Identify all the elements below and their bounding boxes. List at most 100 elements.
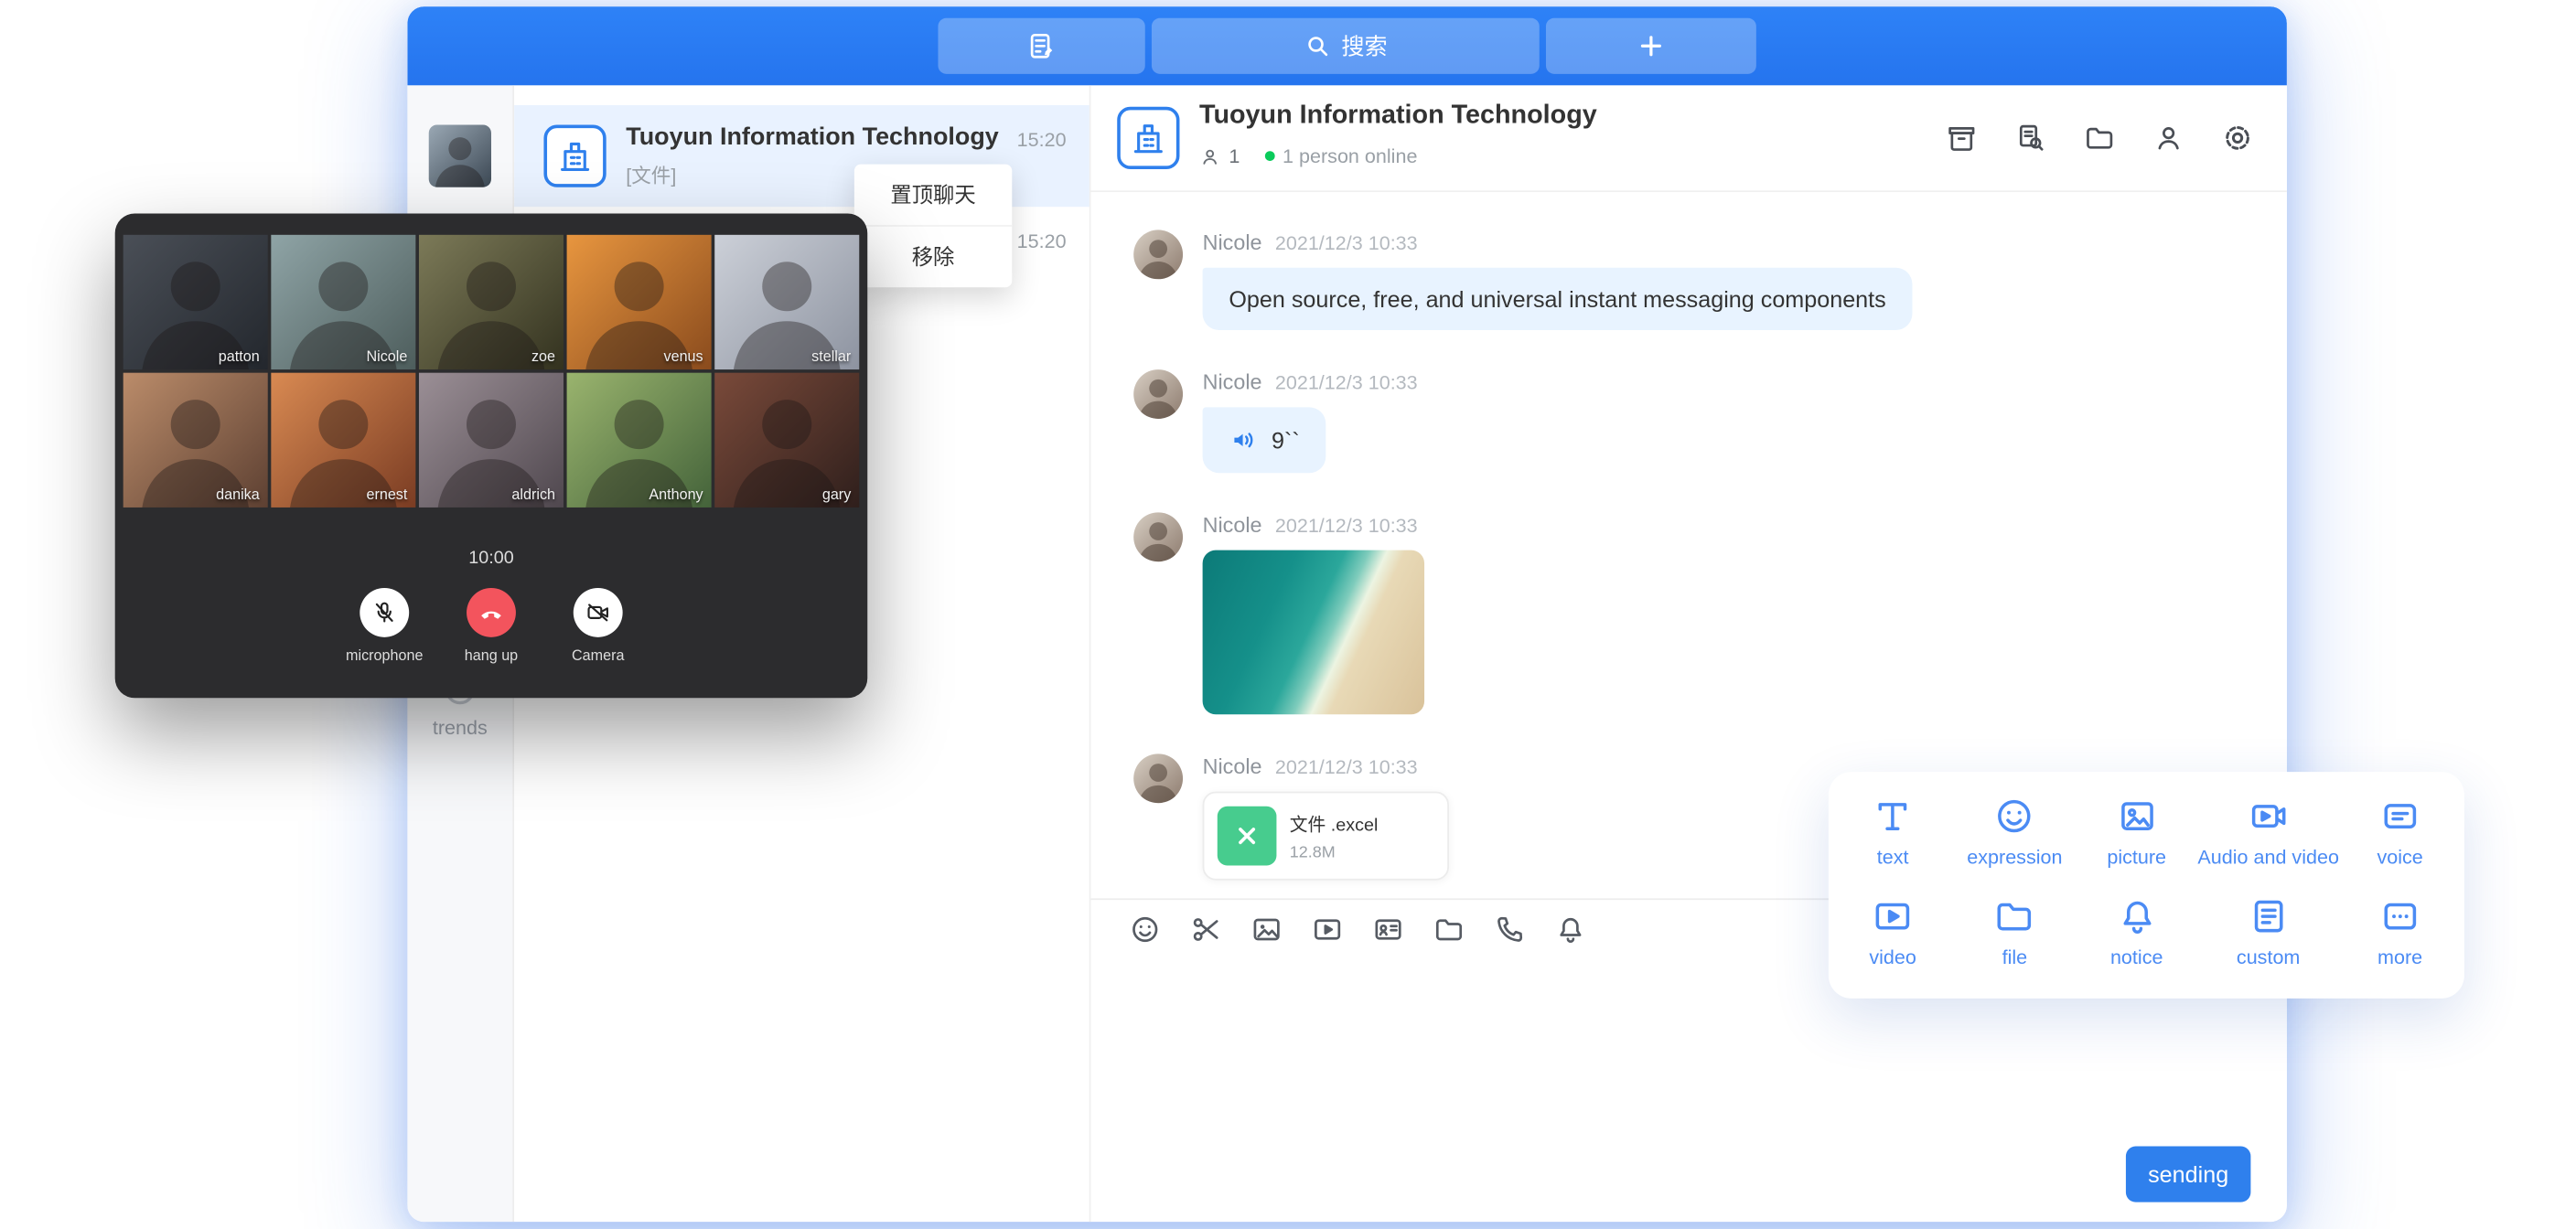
feature-voice[interactable]: voice xyxy=(2339,785,2461,885)
excel-file-icon xyxy=(1218,807,1277,866)
feature-more[interactable]: more xyxy=(2339,885,2461,986)
conversation-title: Tuoyun Information Technology xyxy=(626,123,1010,152)
send-button[interactable]: sending xyxy=(2126,1147,2250,1202)
file-name: 文件 .excel xyxy=(1290,810,1379,837)
notice-button[interactable] xyxy=(1554,914,1587,946)
add-button[interactable] xyxy=(1546,18,1756,74)
feature-label: more xyxy=(2339,946,2461,968)
file-info: 文件 .excel 12.8M xyxy=(1290,810,1379,861)
participant-tile: aldrich xyxy=(419,373,564,508)
conversation-time: 15:20 xyxy=(1017,128,1067,151)
id-card-icon xyxy=(1372,914,1405,946)
stage: 搜索 trends xyxy=(0,0,2576,1228)
phone-icon xyxy=(1493,914,1526,946)
video-call-panel: patton Nicole zoe venus stellar danika e… xyxy=(115,213,868,698)
screenshot-button[interactable] xyxy=(1189,914,1222,946)
folder-icon xyxy=(1993,895,2036,938)
file-button[interactable] xyxy=(1433,914,1465,946)
message-time: 2021/12/3 10:33 xyxy=(1275,514,1418,537)
files-button[interactable] xyxy=(2083,122,2116,155)
members-button[interactable] xyxy=(2152,122,2185,155)
top-bar: 搜索 xyxy=(407,6,2287,85)
smiley-icon xyxy=(1993,795,2036,838)
custom-document-icon xyxy=(2247,895,2290,938)
file-attachment[interactable]: 文件 .excel 12.8M xyxy=(1203,792,1449,881)
camera-toggle[interactable]: Camera xyxy=(549,588,648,664)
menu-item-pin-chat[interactable]: 置顶聊天 xyxy=(854,165,1012,227)
hang-up-control[interactable]: hang up xyxy=(442,588,541,664)
file-size: 12.8M xyxy=(1290,843,1379,861)
sender-name: Nicole xyxy=(1203,512,1262,537)
settings-button[interactable] xyxy=(2221,122,2254,155)
chat-record-search-button[interactable] xyxy=(2014,122,2047,155)
message-time: 2021/12/3 10:33 xyxy=(1275,755,1418,778)
participant-name: venus xyxy=(663,348,703,365)
video-button[interactable] xyxy=(1311,914,1344,946)
participant-name: stellar xyxy=(811,348,851,365)
voice-icon xyxy=(2378,795,2421,838)
feature-label: video xyxy=(1831,946,1953,968)
feature-custom[interactable]: custom xyxy=(2197,885,2339,986)
participant-tile: stellar xyxy=(714,235,859,369)
image-attachment[interactable] xyxy=(1203,550,1424,715)
feature-notice[interactable]: notice xyxy=(2076,885,2197,986)
clipboard-pen-icon xyxy=(1025,29,1058,62)
sender-avatar[interactable] xyxy=(1133,369,1183,419)
message-header: Nicole 2021/12/3 10:33 xyxy=(1203,512,2287,537)
mic-off-icon xyxy=(371,600,398,626)
video-icon xyxy=(1872,895,1915,938)
my-avatar[interactable] xyxy=(429,124,491,187)
hang-up-button[interactable] xyxy=(467,588,516,637)
member-count: 1 xyxy=(1229,144,1240,167)
x-glyph-icon xyxy=(1234,823,1261,850)
sender-avatar[interactable] xyxy=(1133,753,1183,803)
folder-icon xyxy=(1433,914,1465,946)
search-bar: 搜索 xyxy=(938,18,1755,74)
notes-button[interactable] xyxy=(938,18,1144,74)
chat-header: Tuoyun Information Technology 1 1 person… xyxy=(1090,85,2286,192)
feature-file[interactable]: file xyxy=(1954,885,2076,986)
feature-label: custom xyxy=(2197,946,2339,968)
call-timer: 10:00 xyxy=(115,549,868,569)
feature-expression[interactable]: expression xyxy=(1954,785,2076,885)
feature-picture[interactable]: picture xyxy=(2076,785,2197,885)
group-avatar xyxy=(543,124,606,187)
participant-name: patton xyxy=(219,348,260,365)
message-header: Nicole2021/12/3 10:33 xyxy=(1203,230,2287,254)
audio-video-icon xyxy=(2247,795,2290,838)
image-button[interactable] xyxy=(1250,914,1283,946)
call-button[interactable] xyxy=(1493,914,1526,946)
microphone-toggle[interactable]: microphone xyxy=(335,588,434,664)
microphone-button[interactable] xyxy=(360,588,409,637)
chat-title: Tuoyun Information Technology xyxy=(1199,102,1597,131)
chat-group-avatar xyxy=(1117,107,1179,169)
sender-avatar[interactable] xyxy=(1133,230,1183,279)
hang-up-icon xyxy=(477,598,506,627)
camera-button[interactable] xyxy=(574,588,623,637)
contact-card-button[interactable] xyxy=(1372,914,1405,946)
menu-item-remove[interactable]: 移除 xyxy=(854,227,1012,287)
document-search-icon xyxy=(2014,122,2047,155)
picture-icon xyxy=(2115,795,2158,838)
feature-video[interactable]: video xyxy=(1831,885,1953,986)
feature-text[interactable]: text xyxy=(1831,785,1953,885)
participant-name: Anthony xyxy=(649,486,703,503)
audio-bubble[interactable]: 9`` xyxy=(1203,407,1326,473)
person-icon xyxy=(2152,122,2185,155)
bell-icon xyxy=(2115,895,2158,938)
sender-name: Nicole xyxy=(1203,369,1262,394)
feature-label: file xyxy=(1954,946,2076,968)
archive-icon xyxy=(1945,122,1978,155)
archive-button[interactable] xyxy=(1945,122,1978,155)
participant-tile: Anthony xyxy=(567,373,712,508)
message-text: Nicole2021/12/3 10:33 Open source, free,… xyxy=(1133,230,2287,330)
participant-name: Nicole xyxy=(366,348,407,365)
message-time: 2021/12/3 10:33 xyxy=(1275,371,1418,394)
participant-grid: patton Nicole zoe venus stellar danika e… xyxy=(123,235,860,508)
chat-actions xyxy=(1945,122,2254,155)
emoji-button[interactable] xyxy=(1129,914,1162,946)
conversation-context-menu: 置顶聊天 移除 xyxy=(854,165,1012,288)
search-input[interactable]: 搜索 xyxy=(1152,18,1540,74)
sender-avatar[interactable] xyxy=(1133,512,1183,561)
feature-audio-video[interactable]: Audio and video xyxy=(2197,785,2339,885)
